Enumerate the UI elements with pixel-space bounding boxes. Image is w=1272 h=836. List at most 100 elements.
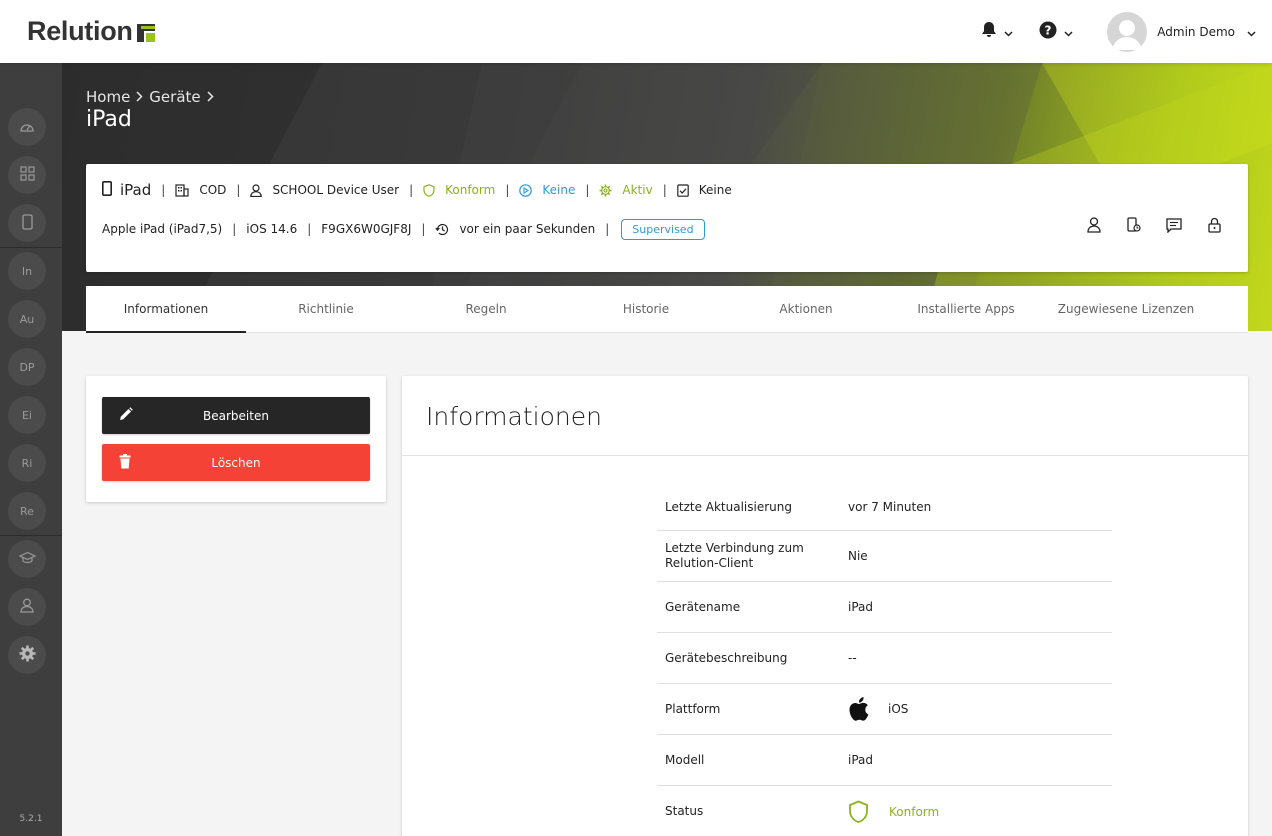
separator: | bbox=[232, 222, 237, 236]
separator: | bbox=[505, 183, 510, 197]
policy-status[interactable]: Keine bbox=[542, 183, 575, 197]
sidebar-item-re[interactable]: Re bbox=[8, 492, 46, 530]
sidebar-item-users[interactable] bbox=[8, 588, 46, 626]
sidebar-item-settings[interactable] bbox=[8, 636, 46, 674]
user-icon bbox=[1087, 217, 1101, 237]
tab-installierte-apps[interactable]: Installierte Apps bbox=[886, 286, 1046, 332]
edit-button[interactable]: Bearbeiten bbox=[102, 397, 370, 434]
help-icon: ? bbox=[1039, 21, 1057, 43]
device-tabs: Informationen Richtlinie Regeln Historie… bbox=[86, 286, 1248, 333]
separator: | bbox=[161, 183, 166, 197]
separator: | bbox=[421, 222, 426, 236]
pencil-icon bbox=[119, 407, 133, 424]
phone-icon bbox=[21, 213, 33, 233]
user-icon bbox=[250, 183, 263, 197]
shield-icon bbox=[848, 800, 869, 824]
lock-device-button[interactable] bbox=[1204, 217, 1224, 237]
sidebar-item-label: Re bbox=[20, 504, 34, 518]
chevron-down-icon bbox=[1064, 22, 1073, 41]
sidebar-item-education[interactable] bbox=[8, 540, 46, 578]
device-user[interactable]: SCHOOL Device User bbox=[272, 183, 399, 197]
sidebar: In Au DP Ei Ri Re 5.2.1 bbox=[0, 63, 62, 836]
top-right-controls: ? Admin Demo bbox=[955, 0, 1256, 63]
compliance-status: Konform bbox=[445, 183, 496, 197]
info-row-device-name: Gerätename iPad bbox=[657, 582, 1112, 633]
info-value: Nie bbox=[848, 549, 868, 563]
user-icon bbox=[20, 598, 34, 616]
device-serial: F9GX6W0GJF8J bbox=[321, 222, 412, 236]
tab-informationen[interactable]: Informationen bbox=[86, 286, 246, 333]
history-icon bbox=[435, 223, 449, 236]
graduation-cap-icon bbox=[18, 551, 36, 567]
device-refresh-icon bbox=[1127, 217, 1141, 237]
tab-historie[interactable]: Historie bbox=[566, 286, 726, 332]
breadcrumb-devices[interactable]: Geräte bbox=[149, 88, 200, 106]
device-last-seen: vor ein paar Sekunden bbox=[459, 222, 596, 236]
info-row-model: Modell iPad bbox=[657, 735, 1112, 786]
sidebar-item-devices[interactable] bbox=[8, 204, 46, 242]
sidebar-item-label: DP bbox=[19, 360, 35, 374]
relution-logo[interactable]: Relution bbox=[27, 16, 157, 47]
tab-richtlinie[interactable]: Richtlinie bbox=[246, 286, 406, 332]
info-label: Modell bbox=[665, 752, 705, 767]
info-row-device-description: Gerätebeschreibung -- bbox=[657, 633, 1112, 684]
tab-regeln[interactable]: Regeln bbox=[406, 286, 566, 332]
avatar bbox=[1107, 11, 1148, 52]
bell-icon bbox=[981, 21, 997, 42]
gear-icon bbox=[19, 645, 36, 665]
send-message-button[interactable] bbox=[1164, 217, 1184, 237]
device-quick-actions bbox=[1064, 217, 1224, 237]
info-value: iPad bbox=[848, 600, 874, 614]
sidebar-item-dp[interactable]: DP bbox=[8, 348, 46, 386]
notifications-button[interactable] bbox=[981, 21, 1013, 42]
user-menu[interactable]: Admin Demo bbox=[1107, 11, 1256, 52]
trash-icon bbox=[119, 454, 131, 472]
tablet-icon bbox=[102, 181, 112, 199]
separator: | bbox=[662, 183, 667, 197]
device-summary-row: iPad | COD | SCHOOL Device User | Konfor… bbox=[102, 181, 732, 199]
delete-button[interactable]: Löschen bbox=[102, 444, 370, 481]
divider bbox=[402, 455, 1248, 456]
chevron-right-icon bbox=[136, 88, 143, 106]
device-summary-card: iPad | COD | SCHOOL Device User | Konfor… bbox=[86, 164, 1248, 272]
help-button[interactable]: ? bbox=[1039, 21, 1073, 43]
status-value: Konform bbox=[889, 804, 940, 819]
sidebar-item-apps[interactable] bbox=[8, 156, 46, 194]
chevron-down-icon bbox=[1004, 22, 1013, 41]
breadcrumb-home[interactable]: Home bbox=[86, 88, 130, 106]
tab-zugewiesene-lizenzen[interactable]: Zugewiesene Lizenzen bbox=[1046, 286, 1206, 332]
info-label: Letzte Verbindung zum Relution-Client bbox=[665, 541, 804, 570]
chevron-right-icon bbox=[207, 88, 214, 106]
device-tasks: Keine bbox=[698, 183, 732, 197]
device-model: Apple iPad (iPad7,5) bbox=[102, 222, 223, 236]
page-title: iPad bbox=[86, 107, 132, 132]
sidebar-item-au[interactable]: Au bbox=[8, 300, 46, 338]
breadcrumb: Home Geräte bbox=[86, 88, 220, 106]
app-version: 5.2.1 bbox=[19, 814, 43, 824]
assign-user-button[interactable] bbox=[1084, 217, 1104, 237]
message-icon bbox=[1166, 217, 1182, 237]
tab-aktionen[interactable]: Aktionen bbox=[726, 286, 886, 332]
refresh-device-button[interactable] bbox=[1124, 217, 1144, 237]
user-name: Admin Demo bbox=[1157, 24, 1235, 39]
separator: | bbox=[409, 183, 414, 197]
sidebar-item-dashboard[interactable] bbox=[8, 108, 46, 146]
sidebar-divider bbox=[0, 247, 62, 248]
device-details-row: Apple iPad (iPad7,5) | iOS 14.6 | F9GX6W… bbox=[102, 217, 705, 241]
delete-button-label: Löschen bbox=[211, 455, 261, 470]
sidebar-item-ri[interactable]: Ri bbox=[8, 444, 46, 482]
info-row-last-connection: Letzte Verbindung zum Relution-Client Ni… bbox=[657, 531, 1112, 582]
supervised-badge: Supervised bbox=[621, 218, 705, 240]
gear-icon bbox=[599, 184, 612, 197]
info-row-status: Status Konform bbox=[657, 786, 1112, 836]
info-value: vor 7 Minuten bbox=[848, 500, 932, 514]
sidebar-item-ei[interactable]: Ei bbox=[8, 396, 46, 434]
sidebar-item-label: Ei bbox=[21, 408, 32, 422]
grid-icon bbox=[19, 166, 35, 184]
info-label: Plattform bbox=[665, 701, 721, 716]
building-icon bbox=[175, 183, 189, 197]
sidebar-item-in[interactable]: In bbox=[8, 252, 46, 290]
device-name: iPad bbox=[120, 181, 152, 199]
info-label: Gerätename bbox=[665, 599, 741, 614]
shield-icon bbox=[423, 183, 435, 197]
